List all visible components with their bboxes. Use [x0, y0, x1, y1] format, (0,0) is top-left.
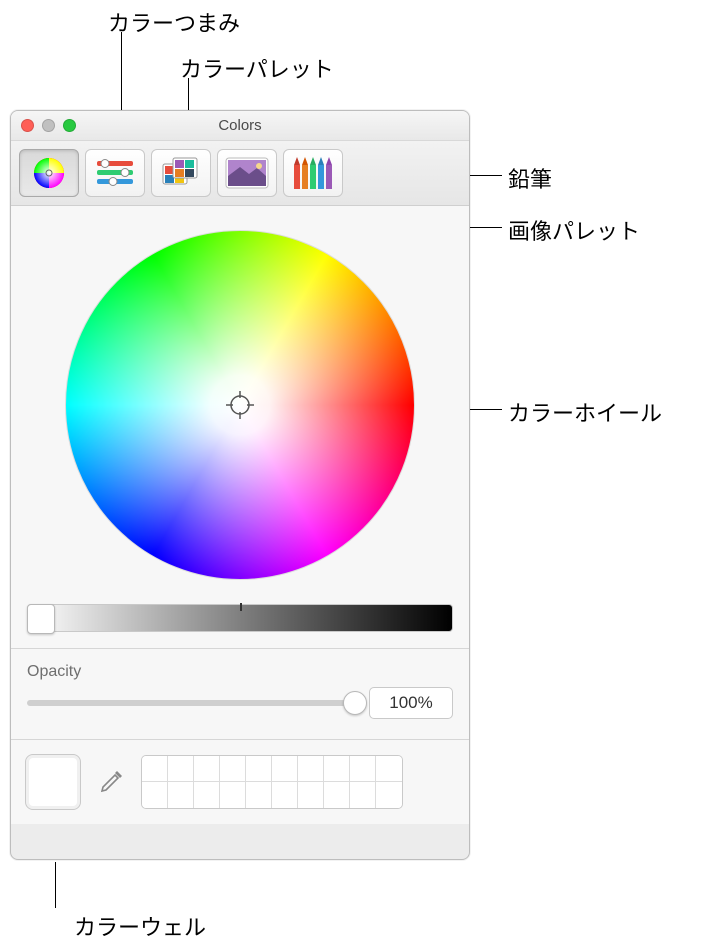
opacity-thumb[interactable]	[343, 691, 367, 715]
close-icon[interactable]	[21, 119, 34, 132]
opacity-slider[interactable]	[27, 700, 357, 706]
swatch-cell[interactable]	[168, 756, 194, 782]
swatch-cell[interactable]	[220, 756, 246, 782]
swatch-cell[interactable]	[376, 756, 402, 782]
color-wheel-tab[interactable]	[19, 149, 79, 197]
swatch-cell[interactable]	[298, 756, 324, 782]
swatch-cell[interactable]	[246, 782, 272, 808]
callout-pencils-label: 鉛筆	[508, 162, 552, 194]
brightness-thumb[interactable]	[27, 604, 55, 634]
swatch-cell[interactable]	[168, 782, 194, 808]
opacity-section: Opacity	[25, 649, 455, 727]
colors-window: Colors	[10, 110, 470, 860]
swatch-cell[interactable]	[194, 782, 220, 808]
zoom-icon[interactable]	[63, 119, 76, 132]
eyedropper-icon	[97, 768, 125, 796]
swatch-cell[interactable]	[298, 782, 324, 808]
pencils-tab[interactable]	[283, 149, 343, 197]
titlebar[interactable]: Colors	[11, 111, 469, 141]
crosshair-icon[interactable]	[226, 391, 254, 419]
swatch-cell[interactable]	[142, 756, 168, 782]
callout-wheel-label: カラーホイール	[508, 396, 662, 428]
color-wheel[interactable]	[65, 230, 415, 580]
pencils-icon	[291, 155, 335, 191]
callout-sliders-label: カラーつまみ	[108, 6, 240, 38]
color-palettes-tab[interactable]	[151, 149, 211, 197]
swatch-bar	[11, 739, 469, 810]
color-sliders-tab[interactable]	[85, 149, 145, 197]
sliders-icon	[95, 158, 135, 188]
image-palettes-tab[interactable]	[217, 149, 277, 197]
swatch-cell[interactable]	[142, 782, 168, 808]
swatch-cell[interactable]	[350, 756, 376, 782]
swatch-cell[interactable]	[350, 782, 376, 808]
minimize-icon[interactable]	[42, 119, 55, 132]
toolbar	[11, 141, 469, 206]
callout-image-label: 画像パレット	[508, 214, 640, 246]
swatch-cell[interactable]	[272, 756, 298, 782]
swatch-cell[interactable]	[324, 756, 350, 782]
window-title: Colors	[11, 117, 469, 134]
swatch-cell[interactable]	[246, 756, 272, 782]
swatch-cell[interactable]	[324, 782, 350, 808]
callout-line	[55, 862, 56, 908]
image-icon	[225, 157, 269, 189]
opacity-label: Opacity	[27, 663, 453, 681]
callout-palettes-label: カラーパレット	[180, 52, 334, 84]
color-wheel-icon	[32, 156, 66, 190]
window-controls	[21, 119, 76, 132]
eyedropper-button[interactable]	[95, 766, 127, 798]
swatch-cell[interactable]	[194, 756, 220, 782]
swatch-cell[interactable]	[272, 782, 298, 808]
palettes-icon	[161, 156, 201, 190]
swatch-cell[interactable]	[376, 782, 402, 808]
opacity-input[interactable]	[369, 687, 453, 719]
color-well[interactable]	[25, 754, 81, 810]
callout-well-label: カラーウェル	[74, 910, 206, 942]
swatch-cell[interactable]	[220, 782, 246, 808]
content-area: Opacity	[11, 206, 469, 824]
swatch-grid	[141, 755, 403, 809]
brightness-slider[interactable]	[27, 604, 453, 632]
